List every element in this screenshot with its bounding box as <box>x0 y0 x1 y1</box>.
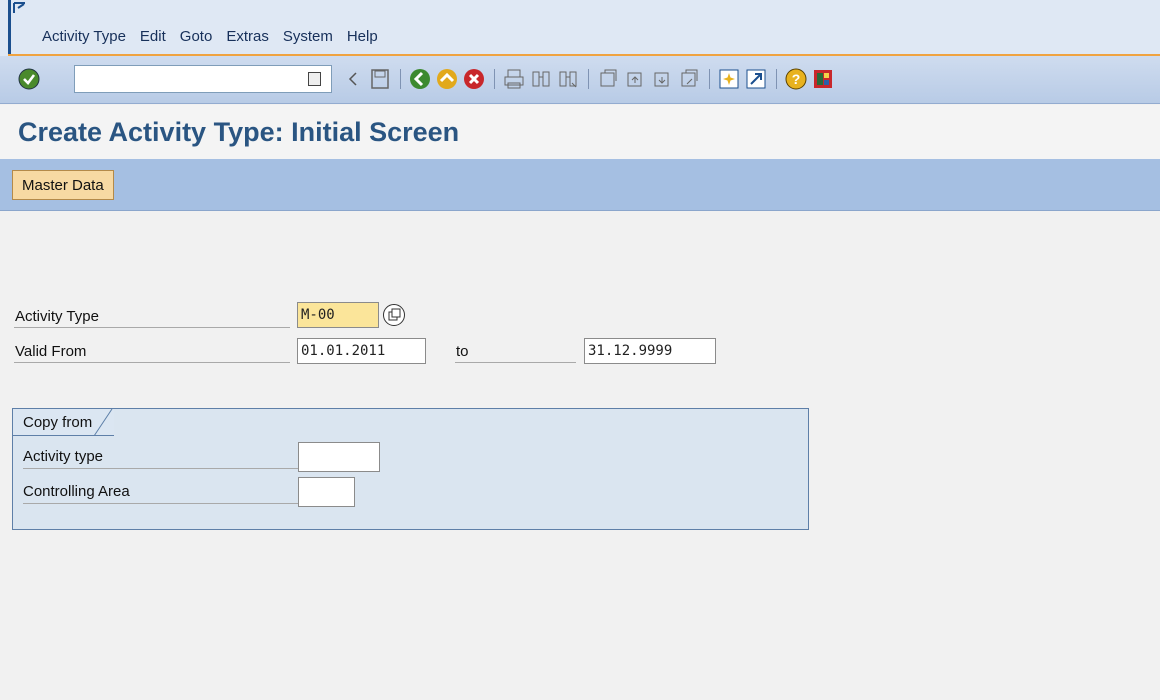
menu-extras[interactable]: Extras <box>226 28 269 45</box>
menu-help[interactable]: Help <box>347 28 378 45</box>
title-area: Create Activity Type: Initial Screen <box>0 105 1160 159</box>
menu-goto[interactable]: Goto <box>180 28 213 45</box>
toolbar-icons: ? <box>342 68 839 90</box>
master-data-button[interactable]: Master Data <box>12 170 114 200</box>
valid-from-label: Valid From <box>14 341 290 363</box>
enter-check-icon[interactable] <box>18 68 40 90</box>
menu-items: Activity Type Edit Goto Extras System He… <box>42 28 392 45</box>
first-page-icon[interactable] <box>597 68 619 90</box>
previous-page-icon[interactable] <box>624 68 646 90</box>
help-icon[interactable]: ? <box>785 68 807 90</box>
toolbar-separator <box>400 69 401 89</box>
cancel-red-icon[interactable] <box>463 68 485 90</box>
command-history-dropdown[interactable] <box>308 72 321 86</box>
toolbar-separator <box>709 69 710 89</box>
window-menu-icon[interactable] <box>13 2 27 14</box>
shortcut-icon[interactable] <box>745 68 767 90</box>
page-title: Create Activity Type: Initial Screen <box>18 117 460 147</box>
print-icon[interactable] <box>503 68 525 90</box>
application-toolbar: Master Data <box>0 159 1160 211</box>
group-tab-edge <box>94 409 113 436</box>
standard-toolbar: ? <box>0 56 1160 104</box>
copy-from-title-text: Copy from <box>23 414 93 431</box>
copy-activity-type-label: Activity type <box>23 445 299 469</box>
copy-controlling-area-input[interactable] <box>298 477 355 507</box>
copy-from-title: Copy from <box>13 409 115 436</box>
find-next-icon[interactable] <box>557 68 579 90</box>
svg-text:?: ? <box>792 71 801 87</box>
menu-edit[interactable]: Edit <box>140 28 166 45</box>
find-icon[interactable] <box>530 68 552 90</box>
toolbar-separator <box>588 69 589 89</box>
layout-menu-icon[interactable] <box>812 68 834 90</box>
last-page-icon[interactable] <box>678 68 700 90</box>
menu-system[interactable]: System <box>283 28 333 45</box>
window-edge <box>8 0 11 56</box>
next-page-icon[interactable] <box>651 68 673 90</box>
copy-from-group: Copy from Activity type Controlling Area <box>12 408 809 530</box>
command-field[interactable] <box>74 65 332 93</box>
valid-to-label: to <box>455 341 576 363</box>
copy-controlling-area-label: Controlling Area <box>23 480 299 504</box>
valid-from-input[interactable]: 01.01.2011 <box>297 338 426 364</box>
value-help-icon[interactable] <box>383 304 405 326</box>
menu-activity-type[interactable]: Activity Type <box>42 28 126 45</box>
back-green-icon[interactable] <box>409 68 431 90</box>
menu-bar: Activity Type Edit Goto Extras System He… <box>0 0 1160 56</box>
copy-activity-type-input[interactable] <box>298 442 380 472</box>
exit-yellow-icon[interactable] <box>436 68 458 90</box>
save-icon[interactable] <box>369 68 391 90</box>
activity-type-input[interactable]: M-00 <box>297 302 379 328</box>
toolbar-separator <box>494 69 495 89</box>
back-arrow-icon[interactable] <box>342 68 364 90</box>
new-session-icon[interactable] <box>718 68 740 90</box>
activity-type-label: Activity Type <box>14 306 290 328</box>
valid-to-input[interactable]: 31.12.9999 <box>584 338 716 364</box>
toolbar-separator <box>776 69 777 89</box>
